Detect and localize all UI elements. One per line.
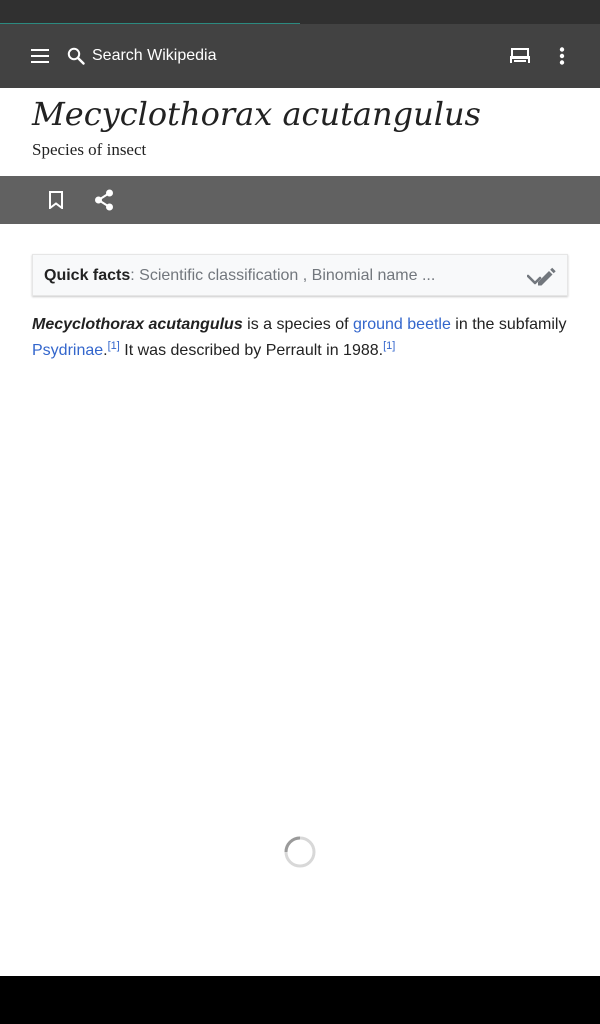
system-navigation-bar (0, 976, 600, 1024)
loading-spinner-icon (283, 835, 317, 874)
article-header: Mecyclothorax acutangulus Species of ins… (0, 88, 600, 176)
reference-link-2[interactable]: [1] (383, 340, 395, 352)
status-bar (0, 0, 600, 24)
article-lead-paragraph: Mecyclothorax acutangulus is a species o… (32, 312, 572, 364)
article-description: Species of insect (32, 140, 147, 159)
article-subject: Mecyclothorax acutangulus (32, 316, 243, 333)
quick-facts-label: Quick facts (44, 267, 131, 284)
app-toolbar: Search Wikipedia (0, 24, 600, 88)
reference-link-1[interactable]: [1] (108, 340, 120, 352)
bookmark-icon[interactable] (40, 184, 72, 216)
tabs-icon[interactable] (505, 40, 535, 72)
quick-facts-items: Scientific classification , Binomial nam… (139, 267, 436, 284)
quick-facts-summary: Quick facts: Scientific classification ,… (44, 267, 435, 285)
link-ground-beetle[interactable]: ground beetle (353, 316, 451, 333)
paragraph-text: in the subfamily (450, 316, 567, 333)
article-title: Mecyclothorax acutangulus (32, 95, 481, 133)
more-vert-icon[interactable] (550, 40, 574, 72)
paragraph-text: It was described by Perrault in 1988. (119, 342, 384, 359)
article-action-bar (0, 176, 600, 224)
link-psydrinae[interactable]: Psydrinae (32, 342, 103, 359)
search-input[interactable]: Search Wikipedia (92, 47, 217, 65)
paragraph-text: is a species of (242, 316, 353, 333)
quick-facts-box[interactable]: Quick facts: Scientific classification ,… (32, 254, 568, 296)
menu-icon[interactable] (24, 40, 56, 72)
edit-check-icon[interactable] (525, 263, 559, 289)
quick-facts-separator: : (130, 267, 140, 284)
search-icon[interactable] (62, 42, 90, 70)
share-icon[interactable] (88, 184, 120, 216)
